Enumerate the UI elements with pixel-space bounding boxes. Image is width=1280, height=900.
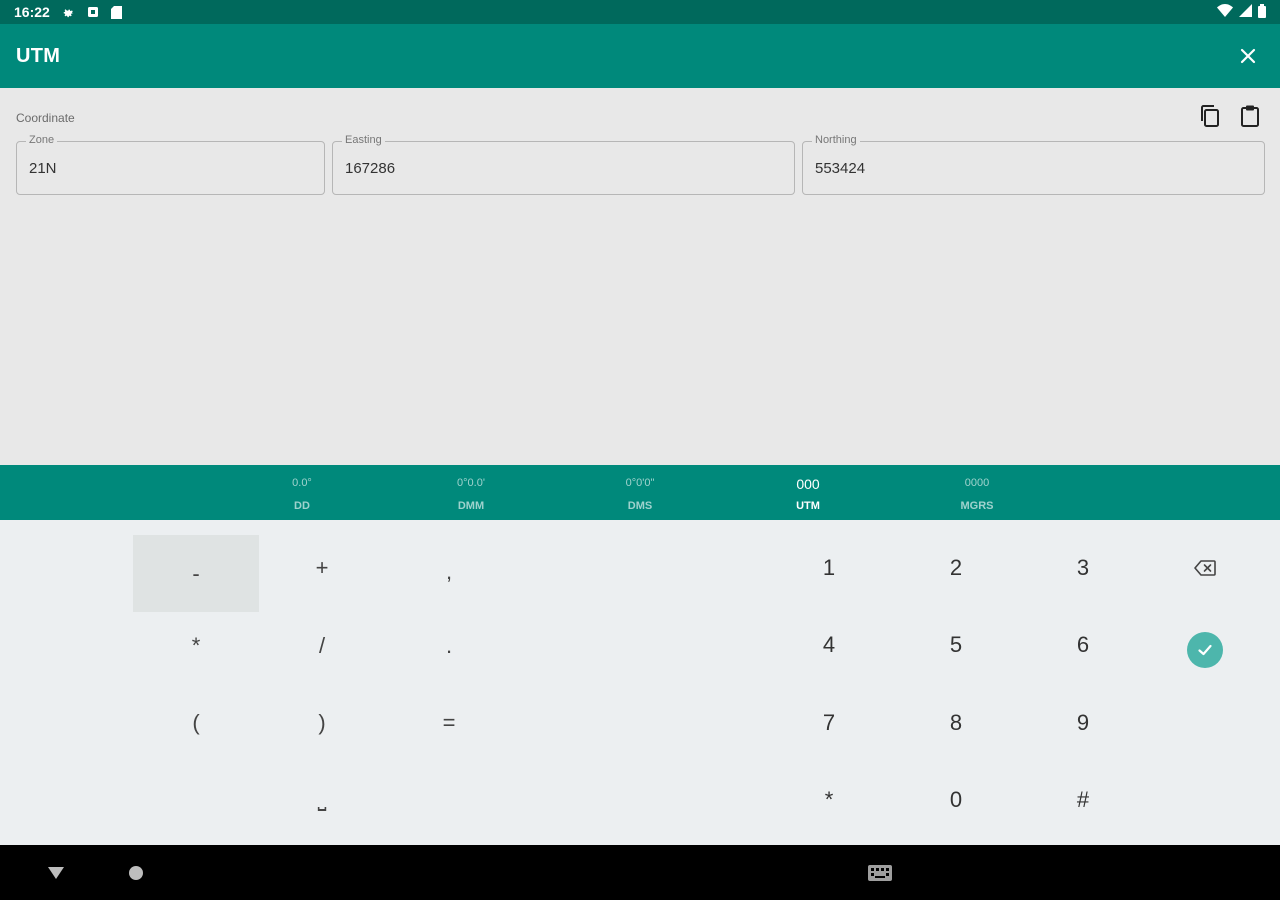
keyboard-icon[interactable] [866,859,894,887]
back-icon[interactable] [42,859,70,887]
sd-card-icon [110,5,124,19]
tab-utm-glyph: 000 [796,476,820,492]
zone-label: Zone [26,134,58,146]
tab-mgrs-glyph: 0000 [964,477,990,489]
key-equals[interactable]: = [386,684,512,761]
home-icon[interactable] [122,859,150,887]
tab-mgrs-label: MGRS [960,500,994,512]
easting-label: Easting [342,134,385,146]
zone-input[interactable]: 21N [29,160,312,177]
tab-dd-label: DD [294,500,310,512]
tab-dmm-label: DMM [457,500,485,512]
keypad: - + , * / . ( ) = ⎵ 1 2 3 4 5 6 7 8 9 * … [0,520,1280,845]
easting-input[interactable]: 167286 [345,160,782,177]
coordinate-label: Coordinate [16,111,75,125]
northing-label: Northing [812,134,860,146]
app-bar: UTM [0,24,1280,88]
clipboard-actions [1198,104,1262,128]
close-icon[interactable] [1232,40,1264,72]
tab-dd-glyph: 0.0° [292,477,312,489]
key-0[interactable]: 0 [893,761,1019,838]
format-tab-bar: 0.0° DD 0°0.0' DMM 0°0'0" DMS 000 UTM 00… [0,465,1280,520]
key-hash[interactable]: # [1020,761,1146,838]
northing-field[interactable]: Northing 553424 [802,134,1265,195]
key-7[interactable]: 7 [766,684,892,761]
wifi-icon [1217,4,1233,20]
key-3[interactable]: 3 [1020,529,1146,606]
zone-field[interactable]: Zone 21N [16,134,325,195]
key-space[interactable]: ⎵ [259,760,385,837]
tab-dd[interactable]: 0.0° DD [242,465,362,520]
status-bar: 16:22 [0,0,1280,24]
key-5[interactable]: 5 [893,606,1019,683]
key-star[interactable]: * [766,761,892,838]
tab-dms-label: DMS [627,500,653,512]
key-slash[interactable]: / [259,607,385,684]
key-minus[interactable]: - [133,535,259,612]
key-6[interactable]: 6 [1020,606,1146,683]
tab-dmm[interactable]: 0°0.0' DMM [411,465,531,520]
key-2[interactable]: 2 [893,529,1019,606]
tab-mgrs[interactable]: 0000 MGRS [917,465,1037,520]
check-icon[interactable] [1187,632,1223,668]
key-close-paren[interactable]: ) [259,684,385,761]
tab-dms[interactable]: 0°0'0" DMS [580,465,700,520]
settings-icon [62,5,76,19]
paste-icon[interactable] [1238,104,1262,128]
key-open-paren[interactable]: ( [133,684,259,761]
tab-dms-glyph: 0°0'0" [625,477,655,489]
key-1[interactable]: 1 [766,529,892,606]
tab-dmm-glyph: 0°0.0' [457,477,485,489]
status-time: 16:22 [14,4,50,20]
key-9[interactable]: 9 [1020,684,1146,761]
northing-input[interactable]: 553424 [815,160,1252,177]
coordinate-panel: Coordinate Zone 21N Easting 167286 North… [0,88,1280,465]
copy-icon[interactable] [1198,104,1222,128]
key-asterisk[interactable]: * [133,607,259,684]
backspace-icon[interactable] [1142,529,1268,606]
key-plus[interactable]: + [259,529,385,606]
signal-icon [1239,4,1252,20]
tab-utm-label: UTM [796,500,820,512]
key-8[interactable]: 8 [893,684,1019,761]
navigation-bar [0,845,1280,900]
easting-field[interactable]: Easting 167286 [332,134,795,195]
battery-icon [1258,3,1266,21]
tab-utm[interactable]: 000 UTM [748,465,868,520]
notification-icon [86,5,100,19]
key-period[interactable]: . [386,607,512,684]
page-title: UTM [16,44,61,67]
key-4[interactable]: 4 [766,606,892,683]
key-comma[interactable]: , [386,533,512,610]
